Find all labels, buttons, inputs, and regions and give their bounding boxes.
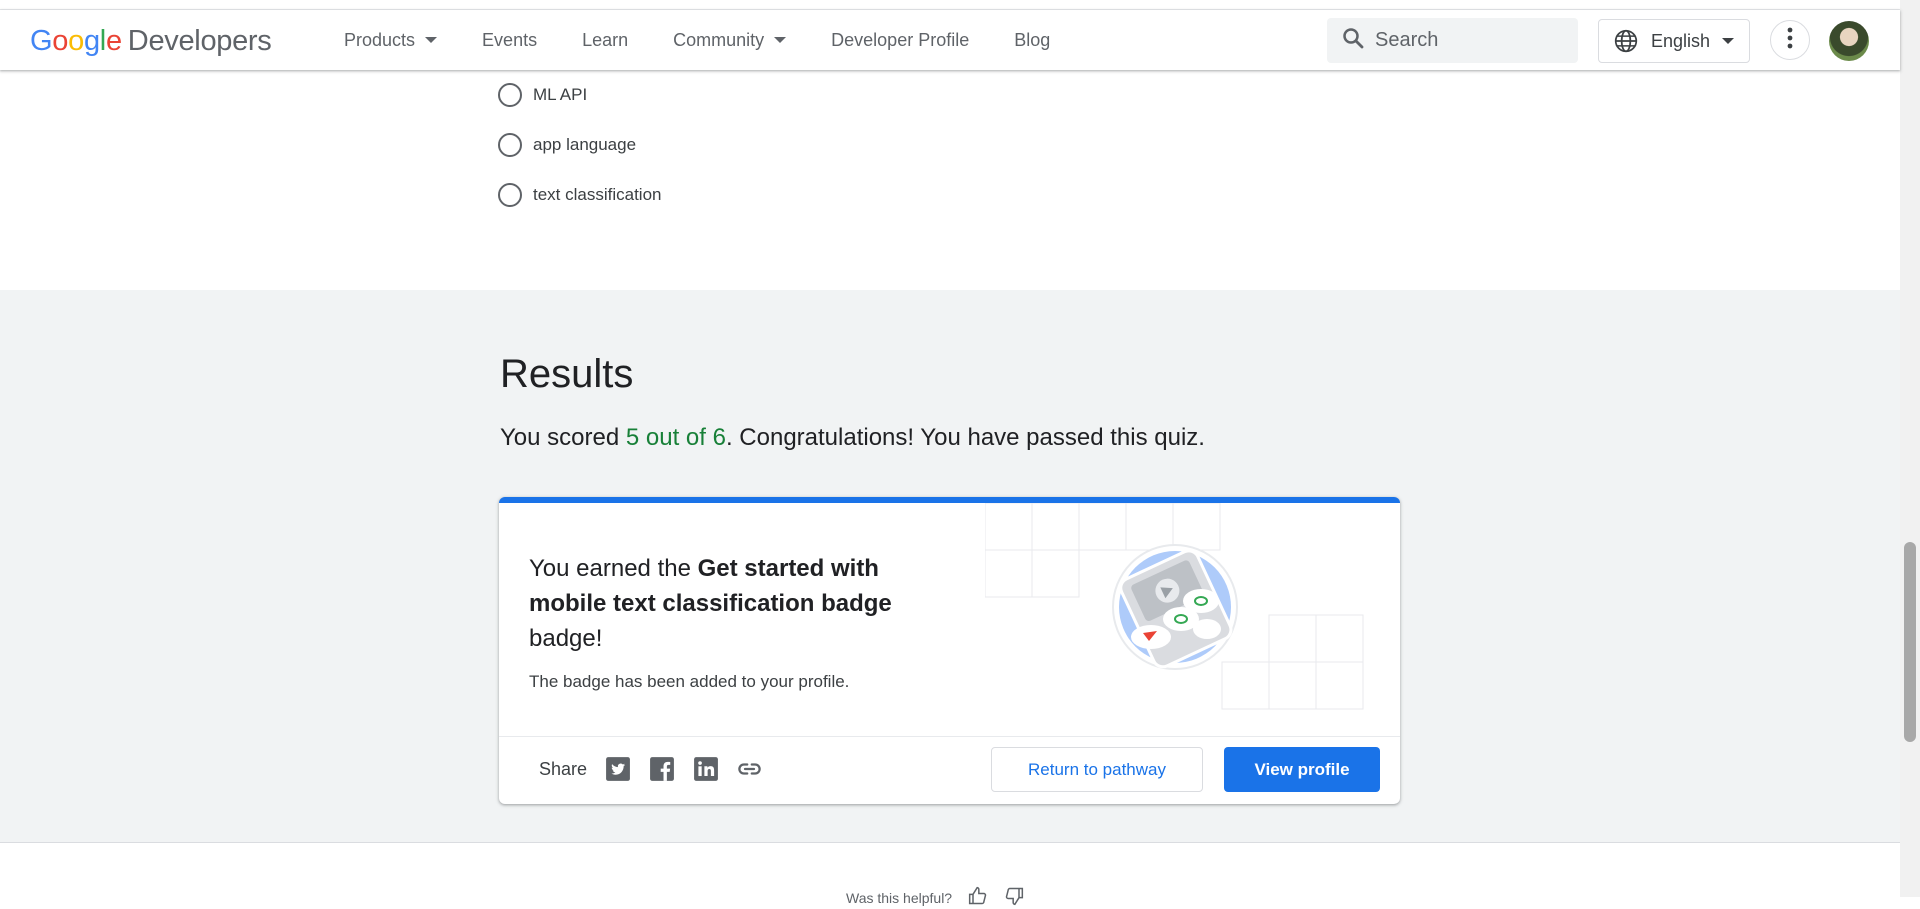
results-title: Results	[500, 352, 634, 396]
more-options-button[interactable]	[1770, 20, 1810, 60]
globe-icon	[1613, 28, 1639, 54]
caret-down-icon	[1722, 38, 1735, 44]
badge-earned-text: You earned the Get started with mobile t…	[529, 555, 892, 652]
google-developers-logo[interactable]: Google Developers	[30, 25, 272, 58]
twitter-icon[interactable]	[604, 755, 631, 782]
quiz-option[interactable]: text classification	[498, 170, 662, 220]
nav-learn[interactable]: Learn	[582, 30, 628, 51]
view-profile-button[interactable]: View profile	[1224, 747, 1380, 792]
thumb-up-icon[interactable]	[968, 886, 988, 909]
results-section: Results You scored 5 out of 6. Congratul…	[0, 290, 1900, 843]
badge-card-text: You earned the Get started with mobile t…	[529, 551, 929, 692]
search-input[interactable]	[1375, 29, 1555, 52]
nav-blog[interactable]: Blog	[1014, 30, 1050, 51]
radio-button[interactable]	[498, 183, 522, 207]
nav-community[interactable]: Community	[673, 30, 787, 51]
browser-top-strip	[0, 0, 1900, 10]
feedback-bar: Was this helpful?	[846, 886, 1024, 909]
thumb-down-icon[interactable]	[1004, 886, 1024, 909]
language-selector[interactable]: English	[1598, 19, 1750, 63]
quiz-options: ML API app language text classification	[498, 70, 662, 220]
badge-card-footer: Share Return to pathway View profile	[499, 736, 1400, 804]
radio-button[interactable]	[498, 83, 522, 107]
return-to-pathway-button[interactable]: Return to pathway	[991, 747, 1203, 792]
share-icons	[604, 755, 763, 782]
facebook-icon[interactable]	[648, 755, 675, 782]
search-box[interactable]	[1327, 18, 1578, 63]
score-text: You scored 5 out of 6. Congratulations! …	[500, 424, 1205, 451]
radio-button[interactable]	[498, 133, 522, 157]
caret-down-icon	[425, 37, 438, 43]
search-icon	[1341, 26, 1365, 55]
site-header: Google Developers Products Events Learn C…	[0, 10, 1900, 70]
badge-card: You earned the Get started with mobile t…	[499, 497, 1400, 804]
linkedin-icon[interactable]	[692, 755, 719, 782]
quiz-option[interactable]: app language	[498, 120, 662, 170]
nav-products[interactable]: Products	[344, 30, 438, 51]
quiz-option[interactable]: ML API	[498, 70, 662, 120]
link-icon[interactable]	[736, 755, 763, 782]
user-avatar[interactable]	[1829, 21, 1869, 61]
share-label: Share	[539, 759, 588, 779]
caret-down-icon	[774, 37, 787, 43]
score-value: 5 out of 6	[625, 424, 726, 451]
badge-illustration	[985, 503, 1364, 710]
feedback-question: Was this helpful?	[846, 889, 953, 906]
badge-added-note: The badge has been added to your profile…	[529, 672, 850, 691]
nav-events[interactable]: Events	[482, 30, 537, 51]
nav-developer-profile[interactable]: Developer Profile	[831, 30, 969, 51]
main-nav: Products Events Learn Community Develope…	[344, 10, 1095, 70]
scrollbar-thumb[interactable]	[1904, 542, 1916, 742]
page-scrollbar[interactable]	[1900, 0, 1920, 897]
more-vert-icon	[1787, 27, 1793, 54]
